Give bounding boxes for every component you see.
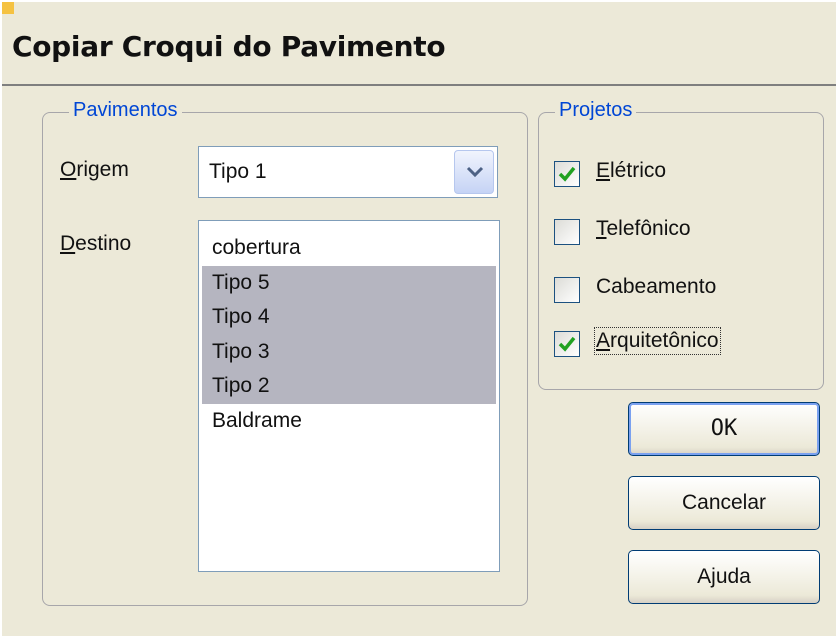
eletrico-label[interactable]: Elétrico: [596, 159, 666, 183]
destino-list-item[interactable]: Tipo 3: [202, 334, 496, 369]
checkmark-icon: [558, 166, 576, 182]
origem-label-text: rigem: [76, 158, 129, 181]
cabeamento-checkbox[interactable]: [554, 277, 580, 303]
dialog-window: Copiar Croqui do Pavimento Pavimentos Or…: [0, 0, 836, 636]
arquitetonico-label[interactable]: Arquitetônico: [594, 327, 721, 355]
window-corner: [2, 2, 14, 14]
cancel-button[interactable]: Cancelar: [628, 476, 820, 530]
destino-list-item[interactable]: Tipo 5: [202, 265, 496, 300]
destino-list-item[interactable]: Tipo 4: [202, 300, 496, 335]
ok-button[interactable]: OK: [628, 402, 820, 456]
checkmark-icon: [558, 336, 576, 352]
cabeamento-label[interactable]: Cabeamento: [596, 275, 716, 299]
destino-label-text: estino: [75, 232, 132, 255]
chevron-down-icon: [466, 166, 484, 178]
telefonico-label[interactable]: Telefônico: [596, 217, 691, 241]
destino-list-item[interactable]: cobertura: [202, 231, 496, 266]
projetos-legend: Projetos: [555, 99, 637, 122]
destino-label: Destino: [60, 232, 132, 255]
help-button[interactable]: Ajuda: [628, 550, 820, 604]
destino-list-item[interactable]: Tipo 2: [202, 369, 496, 404]
origem-label: Origem: [60, 158, 129, 181]
origem-combobox[interactable]: Tipo 1: [198, 146, 498, 198]
eletrico-checkbox[interactable]: [554, 161, 580, 187]
origem-dropdown-button[interactable]: [454, 150, 494, 194]
arquitetonico-checkbox[interactable]: [554, 331, 580, 357]
destino-list-item[interactable]: Baldrame: [202, 404, 496, 439]
pavimentos-legend: Pavimentos: [69, 99, 182, 122]
destino-listbox[interactable]: cobertura Tipo 5 Tipo 4 Tipo 3 Tipo 2 Baldram…: [198, 220, 500, 572]
dialog-title: Copiar Croqui do Pavimento: [12, 30, 446, 63]
telefonico-checkbox[interactable]: [554, 219, 580, 245]
origem-value: Tipo 1: [209, 160, 267, 183]
title-bar[interactable]: Copiar Croqui do Pavimento: [2, 2, 836, 86]
